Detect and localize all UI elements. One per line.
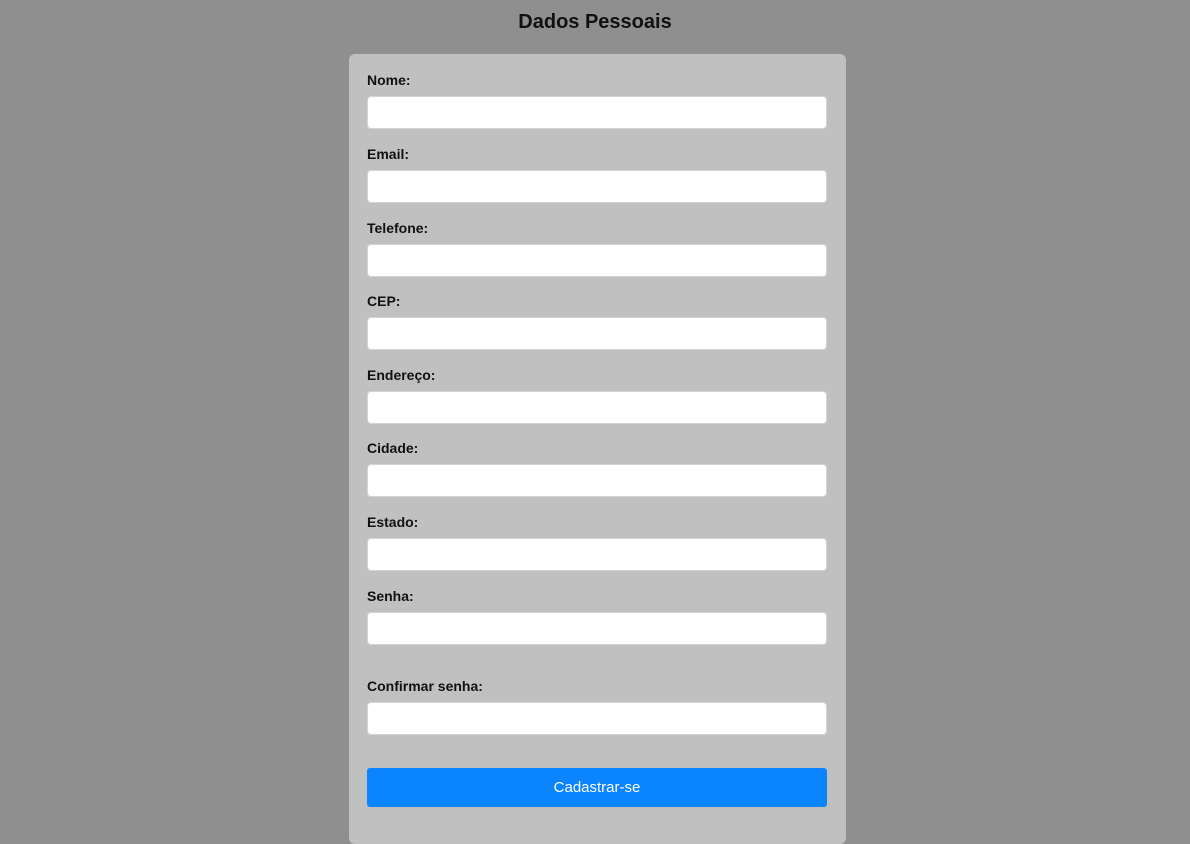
estado-input[interactable] <box>367 538 827 571</box>
field-telefone: Telefone: <box>367 220 827 277</box>
endereco-input[interactable] <box>367 391 827 424</box>
senha-label: Senha: <box>367 588 414 604</box>
field-senha: Senha: <box>367 588 827 645</box>
cep-label: CEP: <box>367 293 401 309</box>
personal-data-form: Nome: Email: Telefone: CEP: Endereço: Ci… <box>349 54 846 844</box>
confirmar-senha-label: Confirmar senha: <box>367 678 483 694</box>
nome-input[interactable] <box>367 96 827 129</box>
senha-input[interactable] <box>367 612 827 645</box>
confirmar-senha-input[interactable] <box>367 702 827 735</box>
field-nome: Nome: <box>367 72 827 129</box>
estado-label: Estado: <box>367 514 419 530</box>
field-cep: CEP: <box>367 293 827 350</box>
cadastrar-button[interactable]: Cadastrar-se <box>367 768 827 807</box>
cidade-input[interactable] <box>367 464 827 497</box>
telefone-input[interactable] <box>367 244 827 277</box>
page-title: Dados Pessoais <box>518 11 672 33</box>
field-estado: Estado: <box>367 514 827 571</box>
endereco-label: Endereço: <box>367 367 436 383</box>
email-input[interactable] <box>367 170 827 203</box>
field-email: Email: <box>367 146 827 203</box>
telefone-label: Telefone: <box>367 220 429 236</box>
field-cidade: Cidade: <box>367 440 827 497</box>
nome-label: Nome: <box>367 72 411 88</box>
cidade-label: Cidade: <box>367 440 419 456</box>
field-endereco: Endereço: <box>367 367 827 424</box>
field-confirmar-senha: Confirmar senha: <box>367 678 827 735</box>
email-label: Email: <box>367 146 410 162</box>
cep-input[interactable] <box>367 317 827 350</box>
